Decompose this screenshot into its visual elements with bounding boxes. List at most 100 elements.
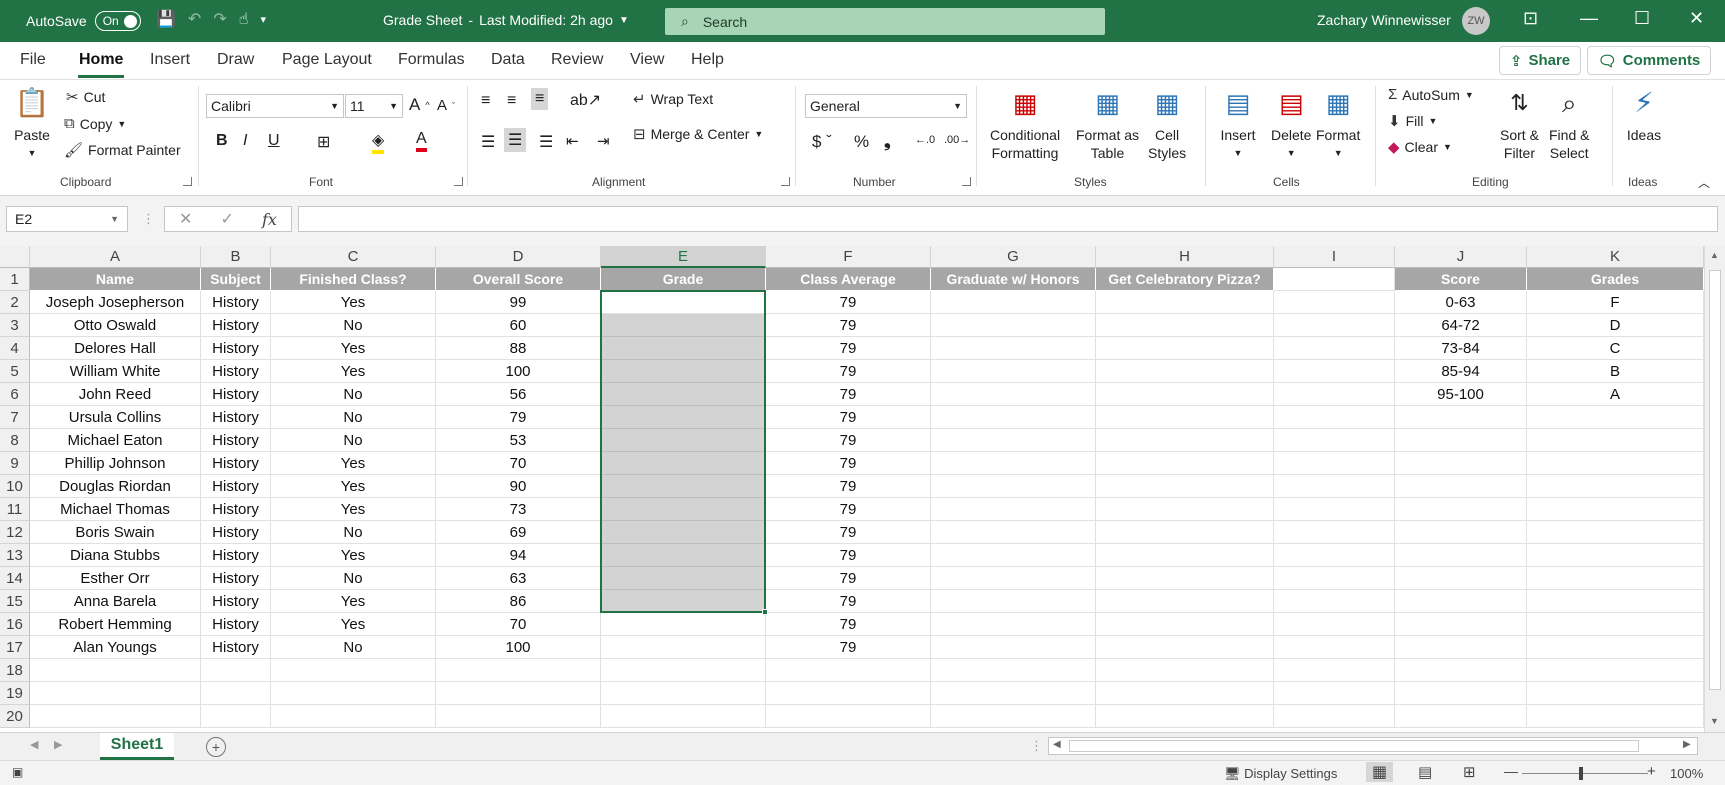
header-cell[interactable]: Grades — [1527, 268, 1704, 291]
copy-button[interactable]: ⧉ Copy ▼ — [64, 115, 126, 132]
row-header-15[interactable]: 15 — [0, 590, 30, 613]
scroll-tabs-right-icon[interactable]: ▶ — [54, 738, 62, 751]
cell-f8[interactable]: 79 — [766, 429, 931, 452]
align-middle-icon[interactable]: ≡ — [507, 92, 516, 110]
cell-d11[interactable]: 73 — [436, 498, 601, 521]
page-break-view-icon[interactable]: ⊞ — [1463, 763, 1476, 781]
cell-a2[interactable]: Joseph Josepherson — [30, 291, 201, 314]
fill-handle[interactable] — [762, 609, 768, 615]
horizontal-scrollbar[interactable]: ◀ ▶ — [1048, 737, 1698, 755]
tab-file[interactable]: File — [20, 51, 46, 69]
customize-toolbar-icon[interactable]: ▾ — [260, 13, 266, 26]
row-header-4[interactable]: 4 — [0, 337, 30, 360]
cell-styles-button[interactable]: ▦ Cell Styles — [1148, 86, 1186, 162]
row-header-6[interactable]: 6 — [0, 383, 30, 406]
cell-j19[interactable] — [1395, 682, 1527, 705]
comments-button[interactable]: 🗨 Comments — [1587, 46, 1711, 75]
conditional-formatting-button[interactable]: ▦ Conditional Formatting — [990, 86, 1060, 162]
percent-icon[interactable]: % — [854, 132, 869, 152]
cell-i20[interactable] — [1274, 705, 1395, 728]
cell-i16[interactable] — [1274, 613, 1395, 636]
cell-k8[interactable] — [1527, 429, 1704, 452]
cell-a3[interactable]: Otto Oswald — [30, 314, 201, 337]
cell-j4[interactable]: 73-84 — [1395, 337, 1527, 360]
cell-e15[interactable] — [601, 590, 766, 613]
cell-b3[interactable]: History — [201, 314, 271, 337]
header-cell[interactable]: Get Celebratory Pizza? — [1096, 268, 1274, 291]
header-cell[interactable]: Subject — [201, 268, 271, 291]
row-header-10[interactable]: 10 — [0, 475, 30, 498]
cell-e2[interactable] — [601, 291, 766, 314]
column-header-g[interactable]: G — [931, 246, 1096, 268]
cell-j15[interactable] — [1395, 590, 1527, 613]
cell-a14[interactable]: Esther Orr — [30, 567, 201, 590]
cell-d13[interactable]: 94 — [436, 544, 601, 567]
cell-i4[interactable] — [1274, 337, 1395, 360]
cell-b13[interactable]: History — [201, 544, 271, 567]
format-painter-button[interactable]: 🖌 Format Painter — [64, 141, 181, 159]
header-cell[interactable]: Graduate w/ Honors — [931, 268, 1096, 291]
cell-e12[interactable] — [601, 521, 766, 544]
orientation-icon[interactable]: ab↗ — [570, 90, 601, 110]
row-header-7[interactable]: 7 — [0, 406, 30, 429]
cell-b17[interactable]: History — [201, 636, 271, 659]
cell-c18[interactable] — [271, 659, 436, 682]
cell-k9[interactable] — [1527, 452, 1704, 475]
cell-j16[interactable] — [1395, 613, 1527, 636]
italic-icon[interactable]: I — [243, 132, 247, 150]
vertical-scrollbar[interactable]: ▲ ▼ — [1704, 246, 1725, 732]
cell-a5[interactable]: William White — [30, 360, 201, 383]
font-color-icon[interactable]: A — [416, 130, 427, 152]
align-top-icon[interactable]: ≡ — [481, 92, 490, 110]
macro-record-icon[interactable]: ▣ — [12, 765, 23, 779]
cell-g19[interactable] — [931, 682, 1096, 705]
font-launcher-icon[interactable] — [454, 177, 463, 186]
cell-a12[interactable]: Boris Swain — [30, 521, 201, 544]
cell-a7[interactable]: Ursula Collins — [30, 406, 201, 429]
decrease-decimal-icon[interactable]: .00→ — [944, 134, 970, 146]
zoom-out-icon[interactable]: — — [1504, 763, 1518, 779]
cell-i13[interactable] — [1274, 544, 1395, 567]
cell-a11[interactable]: Michael Thomas — [30, 498, 201, 521]
align-bottom-icon[interactable]: ≡ — [531, 88, 549, 110]
insert-cells-button[interactable]: ▤ Insert ▼ — [1220, 86, 1256, 162]
cell-i14[interactable] — [1274, 567, 1395, 590]
increase-decimal-icon[interactable]: ←.0 — [915, 134, 935, 146]
cell-c4[interactable]: Yes — [271, 337, 436, 360]
cell-g17[interactable] — [931, 636, 1096, 659]
cell-i11[interactable] — [1274, 498, 1395, 521]
tab-formulas[interactable]: Formulas — [398, 51, 465, 69]
cell-e9[interactable] — [601, 452, 766, 475]
cell-b6[interactable]: History — [201, 383, 271, 406]
cell-a16[interactable]: Robert Hemming — [30, 613, 201, 636]
bold-icon[interactable]: B — [216, 132, 228, 150]
cell-b19[interactable] — [201, 682, 271, 705]
tab-page-layout[interactable]: Page Layout — [282, 51, 372, 69]
row-header-2[interactable]: 2 — [0, 291, 30, 314]
alignment-launcher-icon[interactable] — [781, 177, 790, 186]
cell-j12[interactable] — [1395, 521, 1527, 544]
tab-splitter-icon[interactable]: ⋮ — [1030, 738, 1043, 754]
cell-j18[interactable] — [1395, 659, 1527, 682]
more-options-icon[interactable]: ⋮ — [142, 211, 155, 227]
cell-i8[interactable] — [1274, 429, 1395, 452]
increase-font-size-icon[interactable]: A ^ — [409, 95, 430, 115]
cell-c12[interactable]: No — [271, 521, 436, 544]
cell-c16[interactable]: Yes — [271, 613, 436, 636]
tab-data[interactable]: Data — [491, 51, 525, 69]
row-header-5[interactable]: 5 — [0, 360, 30, 383]
cell-k16[interactable] — [1527, 613, 1704, 636]
cell-d3[interactable]: 60 — [436, 314, 601, 337]
cell-a20[interactable] — [30, 705, 201, 728]
cell-h4[interactable] — [1096, 337, 1274, 360]
cell-b9[interactable]: History — [201, 452, 271, 475]
cell-c5[interactable]: Yes — [271, 360, 436, 383]
cell-b11[interactable]: History — [201, 498, 271, 521]
minimize-icon[interactable]: — — [1580, 8, 1598, 29]
cell-g13[interactable] — [931, 544, 1096, 567]
avatar[interactable]: ZW — [1462, 7, 1490, 35]
cell-g16[interactable] — [931, 613, 1096, 636]
header-cell[interactable]: Overall Score — [436, 268, 601, 291]
cell-d10[interactable]: 90 — [436, 475, 601, 498]
cell-f2[interactable]: 79 — [766, 291, 931, 314]
